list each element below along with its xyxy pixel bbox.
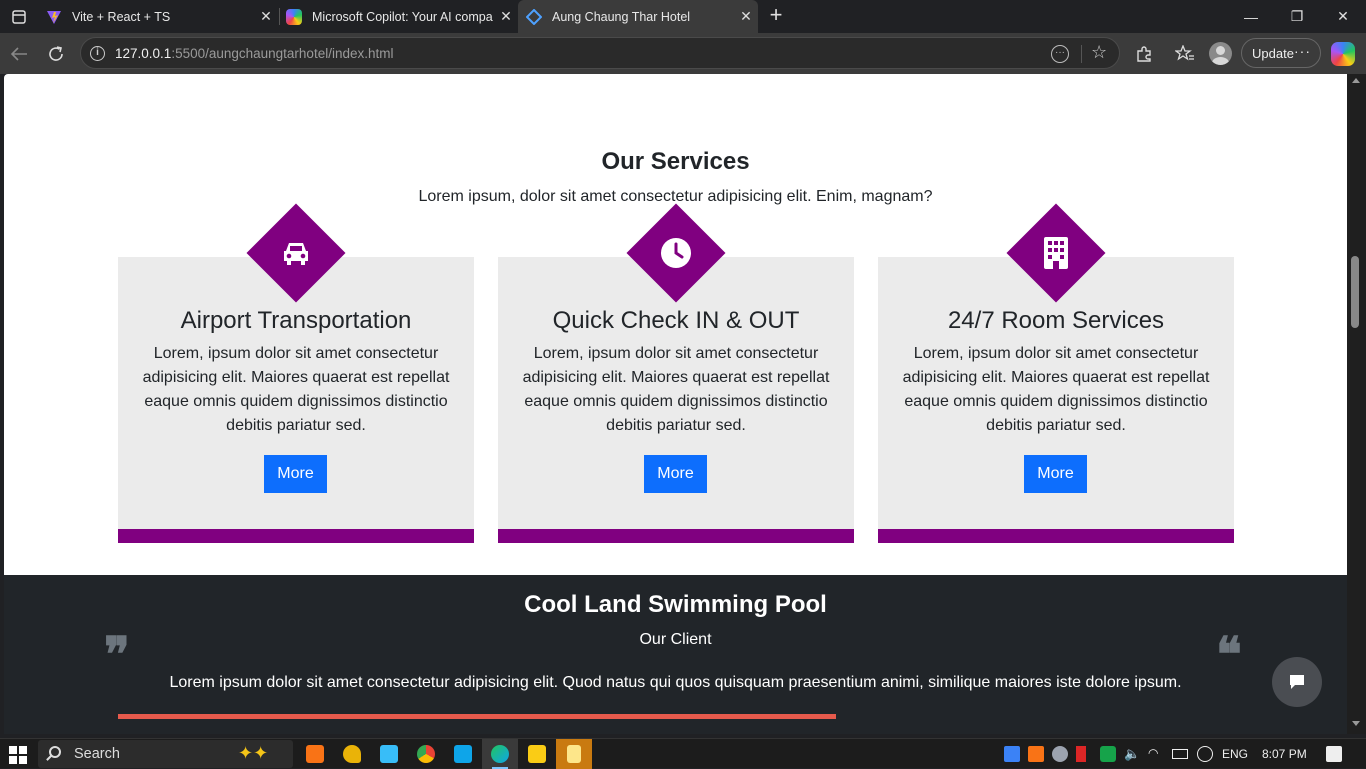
tab-copilot[interactable]: Microsoft Copilot: Your AI compa ✕: [278, 0, 518, 33]
quote-open-icon: ❝: [1216, 627, 1242, 683]
tray-cloud-icon[interactable]: [1052, 746, 1068, 762]
xampp-taskbar-icon[interactable]: [297, 739, 333, 769]
clock-icon: [660, 237, 692, 269]
volume-icon[interactable]: 🔈: [1124, 746, 1140, 762]
new-tab-button[interactable]: +: [764, 4, 788, 28]
tab-actions-icon: [12, 9, 26, 24]
testimonial-text: Lorem ipsum dolor sit amet consectetur a…: [169, 674, 1182, 691]
app-taskbar-icon[interactable]: [334, 739, 370, 769]
language-indicator[interactable]: ENG: [1222, 739, 1248, 769]
tab-vite[interactable]: Vite + React + TS ✕: [38, 0, 278, 33]
scrollbar-thumb[interactable]: [1351, 256, 1359, 328]
close-icon[interactable]: ✕: [494, 8, 518, 25]
tray-alert-icon[interactable]: [1076, 746, 1086, 762]
more-button[interactable]: More: [1024, 455, 1087, 493]
more-button[interactable]: More: [644, 455, 707, 493]
profile-avatar[interactable]: [1209, 42, 1232, 65]
card-text: Lorem, ipsum dolor sit amet consectetur …: [142, 345, 450, 434]
puzzle-icon: [1137, 46, 1151, 62]
address-divider: [1081, 45, 1082, 63]
back-arrow-icon: [10, 47, 27, 61]
copilot-sparkle-icon: ✦✦: [238, 743, 269, 763]
card-accent-bar: [118, 529, 474, 543]
quote-close-icon: ❞: [104, 627, 130, 683]
close-icon[interactable]: ✕: [254, 8, 278, 25]
scroll-down-icon[interactable]: [1352, 721, 1360, 726]
card-title: 24/7 Room Services: [947, 307, 1165, 334]
pool-section: Cool Land Swimming Pool Our Client ❞ ❝ L…: [4, 575, 1347, 734]
vite-favicon-icon: [47, 10, 61, 24]
favorites-button[interactable]: [1172, 41, 1198, 67]
chat-button[interactable]: [1272, 657, 1322, 707]
close-icon[interactable]: ✕: [734, 8, 758, 25]
tray-network-app-icon[interactable]: [1004, 746, 1020, 762]
pool-title: Cool Land Swimming Pool: [524, 591, 827, 618]
windows-start-icon[interactable]: [9, 746, 27, 764]
car-icon: [280, 237, 312, 269]
card-title: Quick Check IN & OUT: [552, 307, 800, 334]
battery-icon[interactable]: [1172, 749, 1188, 759]
minimize-button[interactable]: —: [1228, 0, 1274, 33]
update-label: Update: [1252, 45, 1294, 61]
testimonial-progress-bar: [118, 714, 836, 719]
url-text: 127.0.0.1:5500/aungchaungtarhotel/index.…: [115, 46, 394, 61]
wifi-icon[interactable]: ◠: [1148, 746, 1164, 762]
settings-menu-icon[interactable]: ···: [1294, 43, 1311, 59]
tab-title: Microsoft Copilot: Your AI compa: [312, 9, 493, 24]
notification-icon[interactable]: [1326, 746, 1342, 762]
tray-security-icon[interactable]: [1100, 746, 1116, 762]
scroll-up-icon[interactable]: [1352, 78, 1360, 83]
site-info-icon[interactable]: i: [90, 46, 105, 61]
page-scrollbar[interactable]: [1347, 74, 1366, 734]
pool-subtitle: Our Client: [639, 631, 712, 648]
building-icon: [1040, 237, 1072, 269]
browser-tab-bar: Vite + React + TS ✕ Microsoft Copilot: Y…: [0, 0, 1366, 33]
explorer-taskbar-icon[interactable]: [519, 739, 555, 769]
restore-button[interactable]: ❐: [1274, 0, 1320, 33]
page-viewport: Our Services Lorem ipsum, dolor sit amet…: [4, 74, 1347, 734]
refresh-icon: [49, 46, 63, 61]
card-accent-bar: [498, 529, 854, 543]
update-button[interactable]: Update ···: [1241, 38, 1321, 68]
shield-taskbar-icon[interactable]: [556, 739, 592, 769]
copilot-icon[interactable]: [1331, 42, 1355, 66]
windows-taskbar: Search ✦✦ 🔈 ◠ ENG 8:07 PM: [0, 738, 1366, 769]
taskbar-search[interactable]: Search ✦✦: [38, 740, 293, 768]
chat-bubble-icon: [1290, 675, 1304, 689]
tab-actions-button[interactable]: [0, 0, 38, 33]
back-button[interactable]: [6, 41, 32, 67]
search-label: Search: [74, 746, 120, 762]
tab-hotel[interactable]: Aung Chaung Thar Hotel ✕: [518, 0, 758, 33]
favorite-star-icon[interactable]: ☆: [1091, 42, 1107, 63]
more-button[interactable]: More: [264, 455, 327, 493]
tray-xampp-icon[interactable]: [1028, 746, 1044, 762]
close-window-button[interactable]: ✕: [1320, 0, 1366, 33]
vscode-taskbar-icon[interactable]: [445, 739, 481, 769]
card-accent-bar: [878, 529, 1234, 543]
favorites-icon: [1175, 45, 1194, 61]
address-bar[interactable]: i 127.0.0.1:5500/aungchaungtarhotel/inde…: [80, 37, 1120, 69]
clock-time[interactable]: 8:07 PM: [1262, 739, 1307, 769]
extensions-button[interactable]: [1131, 41, 1157, 67]
refresh-button[interactable]: [43, 41, 69, 67]
services-title: Our Services: [601, 148, 750, 175]
more-options-icon[interactable]: ···: [1051, 45, 1069, 63]
settings-tray-icon[interactable]: [1197, 746, 1213, 762]
browser-toolbar: i 127.0.0.1:5500/aungchaungtarhotel/inde…: [0, 33, 1366, 74]
copilot-favicon-icon: [286, 8, 302, 25]
card-title: Airport Transportation: [180, 307, 412, 334]
card-text: Lorem, ipsum dolor sit amet consectetur …: [902, 345, 1210, 434]
chrome-taskbar-icon[interactable]: [408, 739, 444, 769]
computer-taskbar-icon[interactable]: [371, 739, 407, 769]
edge-taskbar-icon[interactable]: [482, 739, 518, 769]
tab-title: Vite + React + TS: [72, 9, 171, 24]
vscode-live-favicon-icon: [526, 8, 542, 25]
card-text: Lorem, ipsum dolor sit amet consectetur …: [522, 345, 830, 434]
search-icon: [49, 746, 61, 758]
tab-title: Aung Chaung Thar Hotel: [552, 9, 691, 24]
